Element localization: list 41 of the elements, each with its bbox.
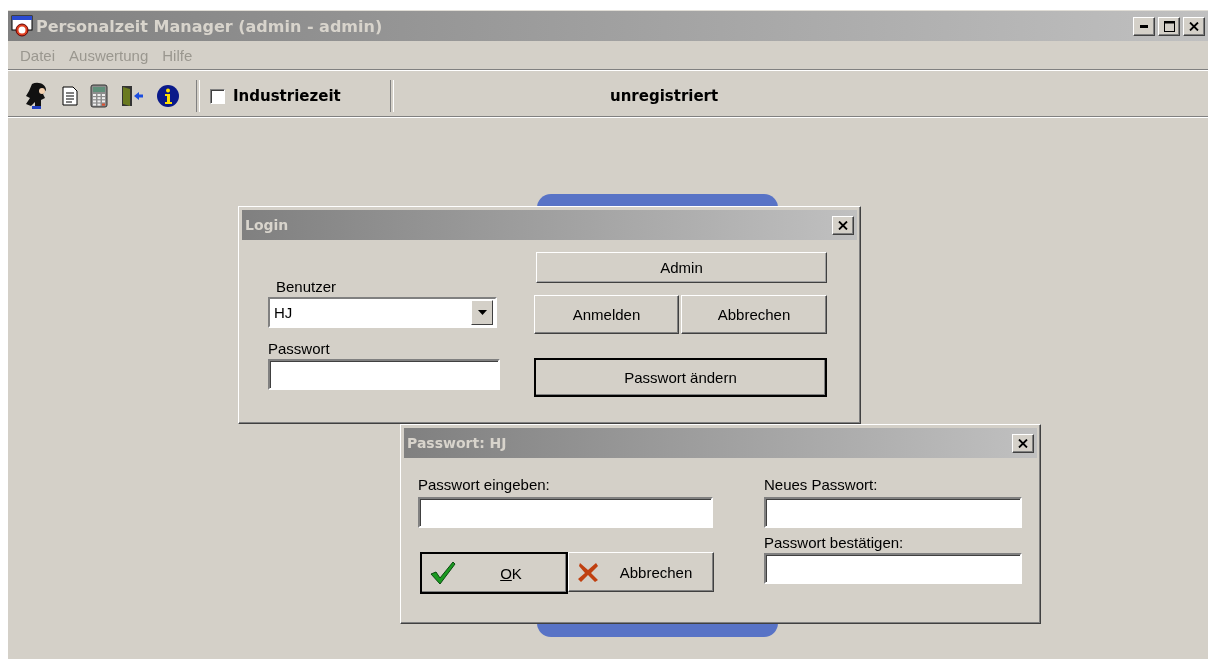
dialog-title: Passwort: HJ	[407, 435, 508, 451]
admin-button[interactable]: Admin	[536, 252, 827, 283]
calendar-clock-icon	[11, 15, 33, 37]
dialog-button[interactable]: Abbrechen	[681, 295, 827, 334]
registration-status: unregistriert	[610, 87, 719, 105]
cancel-button[interactable]: Abbrechen	[568, 552, 714, 592]
dialog-title: Login	[245, 217, 290, 233]
calculator-icon	[90, 84, 108, 108]
user-dropdown[interactable]: HJ	[268, 297, 497, 328]
new-password-field[interactable]	[764, 497, 1022, 528]
checkmark-icon	[430, 561, 456, 585]
close-button[interactable]	[1012, 433, 1034, 453]
password-field[interactable]	[418, 497, 713, 528]
dropdown-value: HJ	[274, 304, 293, 321]
confirm-password-field[interactable]	[764, 553, 1022, 584]
checkbox[interactable]	[210, 88, 225, 104]
info-icon	[156, 84, 180, 108]
ok-button[interactable]: OK	[420, 552, 568, 594]
field-label: Passwort eingeben:	[418, 476, 551, 493]
window-title: Personalzeit Manager (admin - admin)	[36, 16, 384, 36]
field-label: Neues Passwort:	[764, 476, 879, 493]
dropdown-arrow-icon	[477, 310, 487, 315]
maximize-icon	[1163, 20, 1175, 32]
field-label: Passwort bestätigen:	[764, 534, 905, 551]
cross-icon	[577, 561, 599, 583]
close-icon	[838, 220, 848, 230]
checkbox-label: Industriezeit	[233, 87, 341, 105]
dialog-button[interactable]: Anmelden	[534, 295, 679, 334]
field-label: Benutzer	[276, 278, 338, 295]
close-icon	[1018, 438, 1028, 448]
password-field[interactable]	[268, 359, 500, 390]
close-button[interactable]	[1183, 16, 1205, 36]
maximize-button[interactable]	[1158, 16, 1180, 36]
field-label: Passwort	[268, 340, 331, 357]
close-button[interactable]	[832, 215, 854, 235]
document-icon	[62, 86, 78, 106]
minimize-button[interactable]	[1133, 16, 1155, 36]
door-icon	[120, 84, 144, 108]
dialog-button[interactable]: Passwort ändern	[534, 358, 827, 397]
close-icon	[1189, 21, 1199, 31]
minimize-icon	[1140, 24, 1148, 28]
